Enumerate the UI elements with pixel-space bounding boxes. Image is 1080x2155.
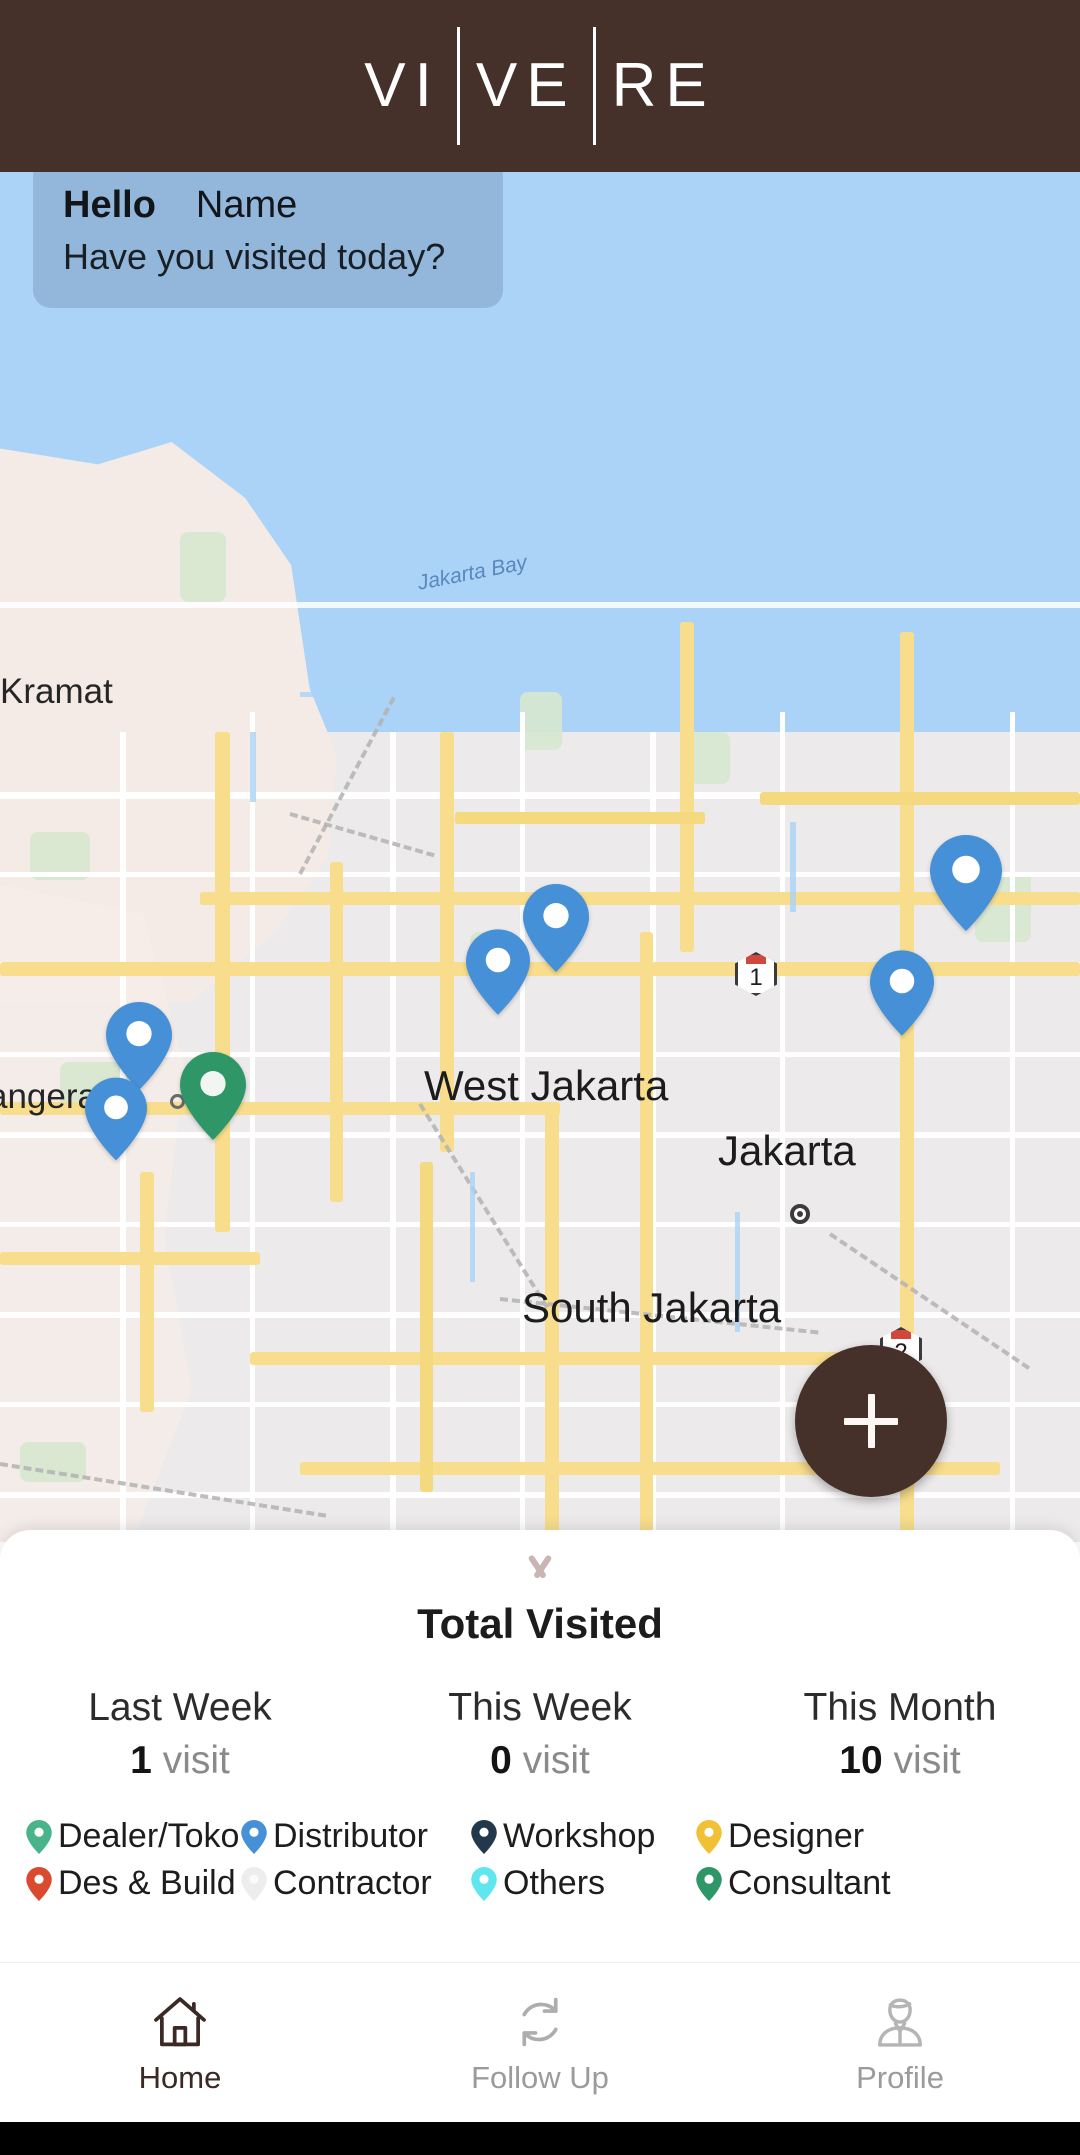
- map-label-south-jakarta: South Jakarta: [522, 1284, 782, 1331]
- app-root: VI VE RE Kramat Jakarta Bay angerang Wes…: [0, 0, 1080, 2155]
- logo-part-3: RE: [611, 51, 716, 120]
- legend-item-others[interactable]: Others: [471, 1864, 696, 1903]
- stat-value: 10 visit: [720, 1739, 1080, 1783]
- stat-this-week: This Week 0 visit: [360, 1686, 720, 1783]
- logo-part-1: VI: [364, 51, 441, 120]
- legend-label: Des & Build: [58, 1864, 236, 1902]
- map-marker-distributor[interactable]: [466, 929, 530, 1015]
- greeting-card: Hello Name Have you visited today?: [33, 172, 503, 308]
- legend-label: Distributor: [273, 1817, 428, 1855]
- home-icon: [148, 1990, 212, 2054]
- sheet-title: Total Visited: [417, 1600, 663, 1647]
- visit-stats: Last Week 1 visit This Week 0 visit This…: [0, 1686, 1080, 1783]
- stat-value: 1 visit: [0, 1739, 360, 1783]
- legend-item-dealer-toko[interactable]: Dealer/Toko: [26, 1817, 241, 1856]
- legend-label: Others: [503, 1864, 606, 1902]
- plus-icon: [844, 1394, 898, 1448]
- map-marker-distributor[interactable]: [85, 1077, 147, 1161]
- stat-unit: visit: [893, 1739, 961, 1782]
- stat-unit: visit: [162, 1739, 230, 1782]
- refresh-icon: [508, 1990, 572, 2054]
- nav-item-profile[interactable]: Profile: [720, 1963, 1080, 2122]
- legend-label: Contractor: [273, 1864, 432, 1902]
- nav-label: Profile: [856, 2059, 944, 2095]
- stat-unit: visit: [522, 1739, 590, 1782]
- stat-last-week: Last Week 1 visit: [0, 1686, 360, 1783]
- map-view[interactable]: Kramat Jakarta Bay angerang West Jakarta…: [0, 172, 1080, 1542]
- legend-label: Dealer/Toko: [58, 1817, 240, 1855]
- nav-item-home[interactable]: Home: [0, 1963, 360, 2122]
- stat-number: 1: [130, 1739, 152, 1782]
- map-marker-distributor[interactable]: [930, 835, 1002, 931]
- stat-number: 10: [839, 1739, 883, 1782]
- legend-label: Workshop: [503, 1817, 656, 1855]
- greeting-user-name: Name: [195, 184, 298, 226]
- stat-label: This Week: [448, 1686, 632, 1729]
- legend-label: Designer: [728, 1817, 865, 1855]
- legend-item-des-and-build[interactable]: Des & Build: [26, 1864, 241, 1903]
- sheet-expand-handle[interactable]: [0, 1530, 1080, 1578]
- logo-divider-1: [456, 27, 460, 145]
- legend-item-consultant[interactable]: Consultant: [696, 1864, 1054, 1903]
- map-green-area: [180, 532, 226, 602]
- pin-icon: [696, 1819, 722, 1854]
- vivere-logo: VI VE RE: [364, 26, 715, 146]
- legend-item-workshop[interactable]: Workshop: [471, 1817, 696, 1856]
- legend-item-distributor[interactable]: Distributor: [241, 1817, 471, 1856]
- map-capital-dot: [790, 1204, 810, 1224]
- stat-label: This Month: [803, 1686, 997, 1729]
- nav-item-follow-up[interactable]: Follow Up: [360, 1963, 720, 2122]
- system-home-indicator: [0, 2122, 1080, 2155]
- pin-icon: [241, 1866, 267, 1901]
- nav-label: Follow Up: [471, 2059, 609, 2095]
- map-marker-consultant[interactable]: [180, 1052, 246, 1140]
- map-marker-distributor[interactable]: [870, 950, 934, 1036]
- greeting-question: Have you visited today?: [63, 236, 446, 277]
- legend-label: Consultant: [728, 1864, 891, 1902]
- app-header: VI VE RE: [0, 0, 1080, 172]
- stat-number: 0: [490, 1739, 512, 1782]
- greeting-hello: Hello: [63, 184, 156, 226]
- map-label-jakarta: Jakarta: [718, 1127, 856, 1174]
- chevron-up-icon: [519, 1556, 561, 1578]
- map-label-kramat: Kramat: [0, 672, 113, 711]
- logo-part-2: VE: [475, 51, 577, 120]
- add-visit-fab[interactable]: [795, 1345, 947, 1497]
- pin-icon: [471, 1819, 497, 1854]
- person-icon: [868, 1990, 932, 2054]
- stat-value: 0 visit: [360, 1739, 720, 1783]
- pin-icon: [26, 1866, 52, 1901]
- pin-icon: [26, 1819, 52, 1854]
- legend-item-contractor[interactable]: Contractor: [241, 1864, 471, 1903]
- map-green-area: [690, 732, 730, 784]
- stat-label: Last Week: [88, 1686, 272, 1729]
- total-visited-sheet: Total Visited Last Week 1 visit This Wee…: [0, 1530, 1080, 1962]
- highway-shield-1: 1: [735, 952, 777, 996]
- stat-this-month: This Month 10 visit: [720, 1686, 1080, 1783]
- logo-divider-2: [592, 27, 596, 145]
- bottom-navigation: Home Follow Up Profile: [0, 1962, 1080, 2122]
- map-green-area: [520, 692, 562, 750]
- map-marker-distributor[interactable]: [523, 884, 589, 972]
- legend-item-designer[interactable]: Designer: [696, 1817, 1054, 1856]
- pin-icon: [471, 1866, 497, 1901]
- pin-icon: [241, 1819, 267, 1854]
- pin-icon: [696, 1866, 722, 1901]
- marker-type-legend: Dealer/Toko Distributor Workshop Designe…: [0, 1817, 1080, 1903]
- nav-label: Home: [138, 2059, 222, 2095]
- map-label-west-jakarta: West Jakarta: [424, 1062, 669, 1109]
